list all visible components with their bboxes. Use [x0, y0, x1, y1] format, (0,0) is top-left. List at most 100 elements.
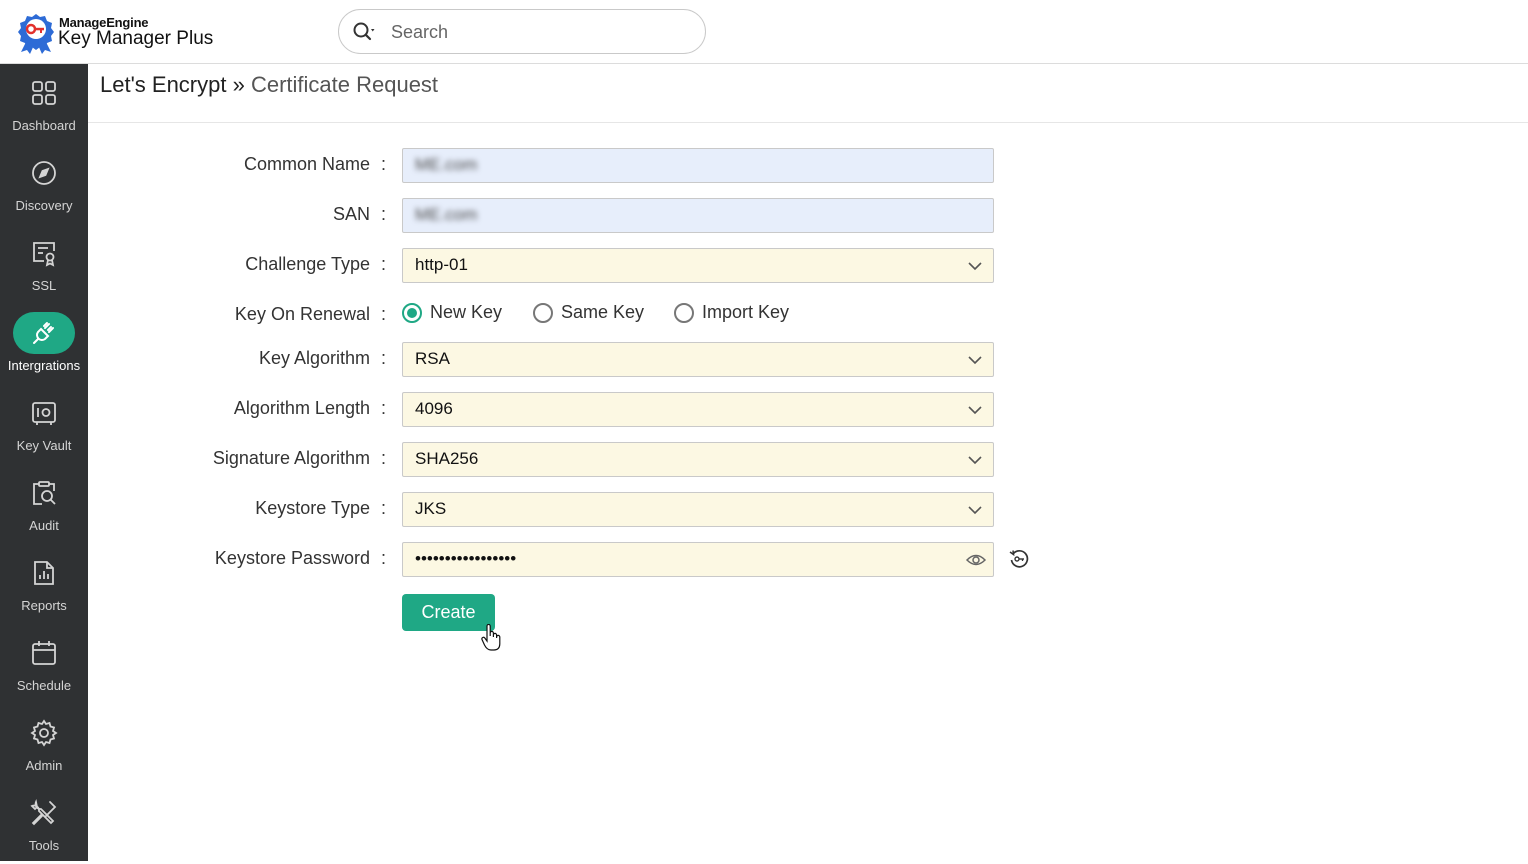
sidebar-item-label: Reports	[21, 598, 67, 613]
generate-password-icon[interactable]	[1008, 548, 1030, 570]
form-row-challenge-type: Challenge Type: http-01	[88, 248, 1528, 284]
radio-label: Import Key	[702, 302, 790, 322]
radio-dot[interactable]	[533, 302, 553, 323]
signature-algorithm-select[interactable]: SHA256	[402, 442, 994, 477]
form-row-common-name: Common Name: ME.com	[88, 148, 1528, 184]
sidebar-item-admin[interactable]: Admin	[0, 704, 88, 784]
main-content: Let's Encrypt » Certificate Request Comm…	[88, 64, 1528, 861]
radio-new-key[interactable]: New Key	[402, 302, 502, 323]
label-text: Algorithm Length	[233, 398, 370, 418]
page-title: Let's Encrypt » Certificate Request	[100, 72, 438, 98]
radio-label: New Key	[430, 302, 503, 322]
sidebar-item-schedule[interactable]: Schedule	[0, 624, 88, 704]
chevron-down-icon	[968, 506, 982, 515]
sidebar-item-label: Audit	[29, 518, 59, 533]
label-colon: :	[380, 348, 386, 368]
sidebar-item-tools[interactable]: Tools	[0, 784, 88, 864]
signature-algorithm-label: Signature Algorithm:	[88, 448, 386, 469]
algorithm-length-value: 4096	[415, 399, 453, 418]
nav-icon-wrap	[13, 792, 75, 834]
sidebar-item-label: Tools	[28, 838, 60, 853]
san-label: SAN:	[88, 204, 386, 225]
product-name: Key Manager Plus	[58, 28, 213, 50]
label-text: Challenge Type	[245, 254, 370, 274]
key-ribbon-logo-icon	[18, 14, 54, 54]
sidebar-item-discovery[interactable]: Discovery	[0, 144, 88, 224]
sidebar-item-integrations[interactable]: Intergrations	[0, 304, 88, 384]
san-value: ME.com	[415, 205, 478, 224]
key-on-renewal-label: Key On Renewal:	[88, 304, 386, 325]
key-algorithm-value: RSA	[415, 349, 450, 368]
certificate-icon	[33, 242, 55, 267]
sidebar-item-key-vault[interactable]: Key Vault	[0, 384, 88, 464]
tools-icon	[30, 799, 57, 826]
algorithm-length-label: Algorithm Length:	[88, 398, 386, 419]
signature-algorithm-value: SHA256	[415, 449, 479, 468]
sidebar-item-reports[interactable]: Reports	[0, 544, 88, 624]
label-colon: :	[380, 398, 386, 418]
common-name-input[interactable]: ME.com	[402, 148, 994, 183]
keystore-password-value: •••••••••••••••••	[415, 549, 517, 568]
label-colon: :	[380, 154, 386, 174]
product-logo[interactable]: ManageEngine Key Manager Plus	[16, 12, 216, 54]
keystore-password-label: Keystore Password:	[88, 548, 386, 569]
label-text: SAN	[332, 204, 370, 224]
form-row-key-algorithm: Key Algorithm: RSA	[88, 342, 1528, 378]
common-name-label: Common Name:	[88, 154, 386, 175]
reports-icon	[34, 561, 54, 585]
keystore-password-input[interactable]: •••••••••••••••••	[402, 542, 994, 577]
label-text: Keystore Type	[255, 498, 370, 518]
audit-icon	[33, 481, 56, 505]
sidebar-item-label: Schedule	[16, 678, 72, 693]
eye-icon[interactable]	[965, 550, 987, 570]
nav-icon-wrap	[13, 232, 75, 274]
search-box[interactable]	[338, 9, 706, 54]
breadcrumb-parent[interactable]: Let's Encrypt	[100, 72, 226, 97]
search-icon[interactable]	[352, 21, 378, 43]
radio-import-key[interactable]: Import Key	[674, 302, 789, 323]
label-colon: :	[380, 204, 386, 224]
breadcrumb-current: Certificate Request	[250, 72, 439, 97]
sidebar: Dashboard Discovery SSL Intergrations Ke…	[0, 64, 88, 861]
form-row-keystore-password: Keystore Password: •••••••••••••••••	[88, 542, 1528, 578]
top-header: ManageEngine Key Manager Plus	[0, 0, 1528, 64]
chevron-down-icon	[968, 356, 982, 365]
form-row-keystore-type: Keystore Type: JKS	[88, 492, 1528, 528]
form-row-san: SAN: ME.com	[88, 198, 1528, 234]
algorithm-length-select[interactable]: 4096	[402, 392, 994, 427]
radio-label: Same Key	[561, 302, 645, 322]
sidebar-item-label: Key Vault	[16, 438, 72, 453]
sidebar-item-label: Intergrations	[7, 358, 81, 373]
form-row-algorithm-length: Algorithm Length: 4096	[88, 392, 1528, 428]
search-input[interactable]	[391, 20, 691, 44]
label-text: Common Name	[243, 154, 370, 174]
nav-icon-wrap	[13, 152, 75, 194]
vault-icon	[32, 402, 56, 425]
keystore-type-select[interactable]: JKS	[402, 492, 994, 527]
sidebar-item-label: SSL	[31, 278, 57, 293]
sidebar-item-label: Dashboard	[12, 118, 76, 133]
nav-icon-wrap	[13, 312, 75, 354]
label-text: Signature Algorithm	[212, 448, 370, 468]
radio-dot[interactable]	[674, 302, 694, 323]
compass-icon	[32, 161, 56, 185]
sidebar-item-dashboard[interactable]: Dashboard	[0, 64, 88, 144]
label-text: Keystore Password	[214, 548, 370, 568]
key-algorithm-select[interactable]: RSA	[402, 342, 994, 377]
challenge-type-select[interactable]: http-01	[402, 248, 994, 283]
nav-icon-wrap	[13, 712, 75, 754]
product-name-bold: Key Manager	[58, 28, 172, 49]
hand-cursor-icon	[481, 624, 501, 651]
keystore-type-label: Keystore Type:	[88, 498, 386, 519]
radio-dot[interactable]	[402, 302, 422, 323]
label-colon: :	[380, 304, 386, 324]
radio-same-key[interactable]: Same Key	[533, 302, 644, 323]
sidebar-item-label: Admin	[25, 758, 63, 773]
label-text: Key On Renewal	[234, 304, 370, 324]
label-colon: :	[380, 448, 386, 468]
challenge-type-value: http-01	[415, 255, 468, 274]
label-colon: :	[380, 498, 386, 518]
san-input[interactable]: ME.com	[402, 198, 994, 233]
sidebar-item-ssl[interactable]: SSL	[0, 224, 88, 304]
sidebar-item-audit[interactable]: Audit	[0, 464, 88, 544]
